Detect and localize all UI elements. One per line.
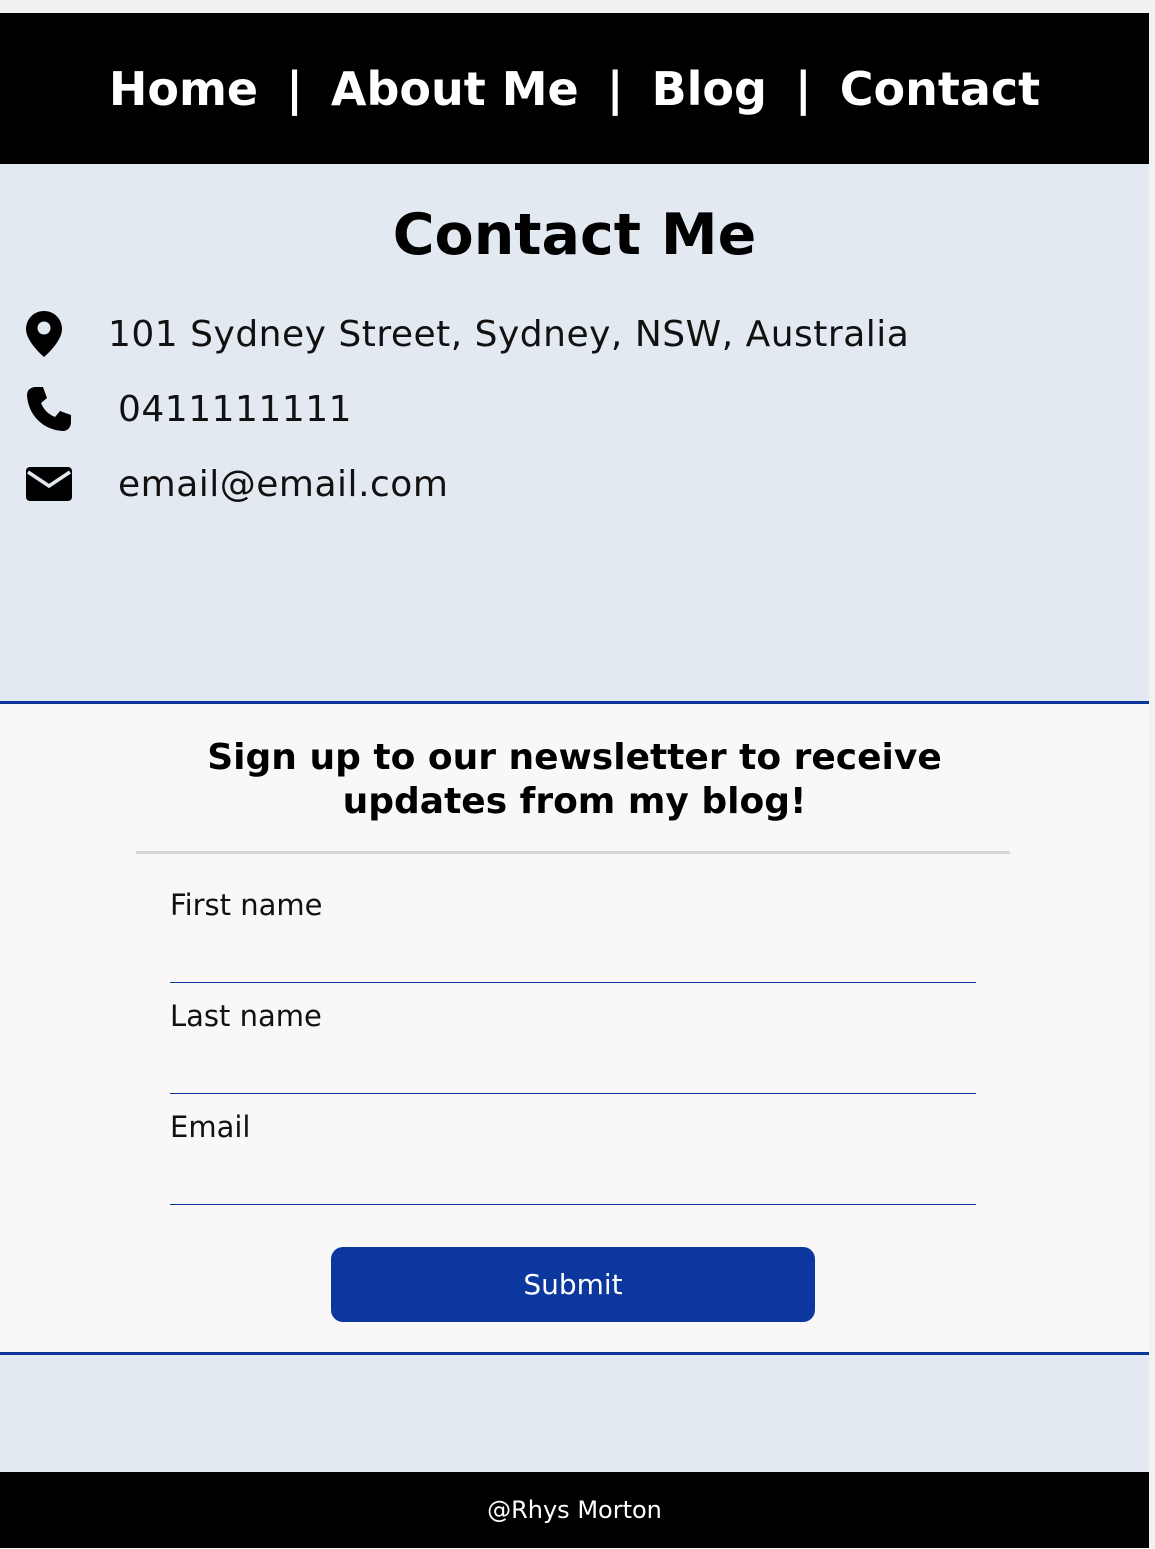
first-name-field: First name <box>170 888 976 983</box>
envelope-icon <box>26 460 74 508</box>
email-row: email@email.com <box>26 460 448 508</box>
spacer <box>0 1355 1149 1472</box>
newsletter-heading-line1: Sign up to our newsletter to receive <box>207 737 942 778</box>
newsletter-section: Sign up to our newsletter to receive upd… <box>0 701 1149 1355</box>
page: Home | About Me | Blog | Contact Contact… <box>0 13 1149 1548</box>
first-name-input[interactable] <box>170 942 976 983</box>
contact-title: Contact Me <box>392 202 757 268</box>
phone-icon <box>26 385 74 433</box>
last-name-field: Last name <box>170 999 976 1094</box>
top-nav: Home | About Me | Blog | Contact <box>0 13 1149 164</box>
map-pin-icon <box>26 310 74 358</box>
footer: @Rhys Morton <box>0 1472 1149 1548</box>
newsletter-heading-line2: updates from my blog! <box>342 781 807 822</box>
email-text: email@email.com <box>118 463 449 505</box>
contact-section: Contact Me 101 Sydney Street, Sydney, NS… <box>0 164 1149 701</box>
address-row: 101 Sydney Street, Sydney, NSW, Australi… <box>26 310 909 358</box>
nav-separator: | <box>794 61 812 116</box>
first-name-label: First name <box>170 888 323 922</box>
newsletter-heading: Sign up to our newsletter to receive upd… <box>0 736 1149 824</box>
last-name-input[interactable] <box>170 1053 976 1094</box>
nav-contact-link[interactable]: Contact <box>840 62 1040 116</box>
nav-separator: | <box>606 61 624 116</box>
email-input[interactable] <box>170 1164 976 1205</box>
phone-text: 0411111111 <box>118 388 353 430</box>
phone-row: 0411111111 <box>26 385 352 433</box>
last-name-label: Last name <box>170 999 322 1033</box>
divider <box>136 851 1010 854</box>
email-label: Email <box>170 1110 251 1144</box>
nav-home-link[interactable]: Home <box>109 62 258 116</box>
nav-blog-link[interactable]: Blog <box>652 62 767 116</box>
nav-about-link[interactable]: About Me <box>331 62 579 116</box>
submit-button[interactable]: Submit <box>331 1247 815 1322</box>
nav-separator: | <box>286 61 303 116</box>
email-field: Email <box>170 1110 976 1205</box>
footer-text: @Rhys Morton <box>487 1496 662 1524</box>
address-text: 101 Sydney Street, Sydney, NSW, Australi… <box>108 313 910 355</box>
